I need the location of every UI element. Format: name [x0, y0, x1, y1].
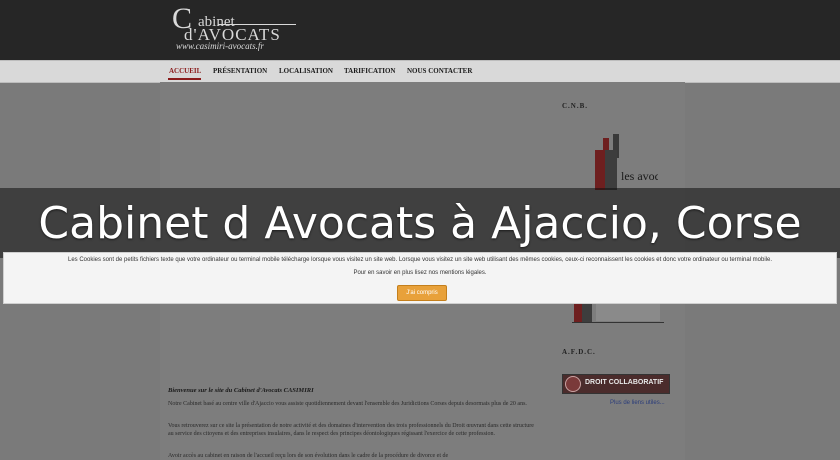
cookie-more-line: Pour en savoir en plus lisez nos mention…: [4, 270, 836, 276]
droit-collaboratif-badge[interactable]: DROIT COLLABORATIF: [562, 374, 670, 394]
cookie-notice: Les Cookies sont de petits fichiers text…: [3, 252, 837, 304]
article-title: Bienvenue sur le site du Cabinet d'Avoca…: [168, 387, 314, 394]
cookie-more-prefix: Pour en savoir en plus lisez: [353, 270, 429, 276]
article-paragraph: Avoir accès au cabinet en raison de l'ac…: [168, 453, 449, 459]
nav-item-presentation[interactable]: PRÉSENTATION: [213, 67, 267, 75]
nav-active-indicator: [168, 78, 201, 80]
article-paragraph: Notre Cabinet basé au centre ville d'Aja…: [168, 401, 527, 407]
droit-collaboratif-label: DROIT COLLABORATIF: [585, 379, 664, 386]
droit-collaboratif-icon: [565, 376, 581, 392]
avocats-logo-rule: [572, 322, 664, 323]
nav-item-accueil[interactable]: ACCUEIL: [169, 67, 201, 75]
cookie-accept-button[interactable]: J'ai compris: [397, 285, 447, 301]
cookie-legal-link[interactable]: nos mentions légales.: [429, 270, 487, 276]
sidebar-heading-cnb: C.N.B.: [562, 102, 589, 110]
main-nav: ACCUEIL PRÉSENTATION LOCALISATION TARIFI…: [0, 60, 840, 83]
site-logo[interactable]: C abinet d'AVOCATS www.casimiri-avocats.…: [170, 2, 300, 56]
nav-item-tarification[interactable]: TARIFICATION: [344, 67, 395, 75]
sidebar-more-links[interactable]: Plus de liens utiles...: [610, 400, 665, 406]
nav-item-contact[interactable]: NOUS CONTACTER: [407, 67, 472, 75]
logo-url: www.casimiri-avocats.fr: [176, 41, 264, 51]
site-header: C abinet d'AVOCATS www.casimiri-avocats.…: [0, 0, 840, 60]
cookie-text: Les Cookies sont de petits fichiers text…: [67, 257, 773, 263]
article-paragraph: Vous retrouverez sur ce site la présenta…: [168, 423, 534, 437]
cnb-logo-text: les avocats: [621, 169, 658, 183]
page-title: Cabinet d Avocats à Ajaccio, Corse: [38, 198, 802, 249]
cnb-logo-block: [595, 150, 605, 190]
nav-item-localisation[interactable]: LOCALISATION: [279, 67, 333, 75]
sidebar-heading-afdc: A.F.D.C.: [562, 348, 596, 356]
